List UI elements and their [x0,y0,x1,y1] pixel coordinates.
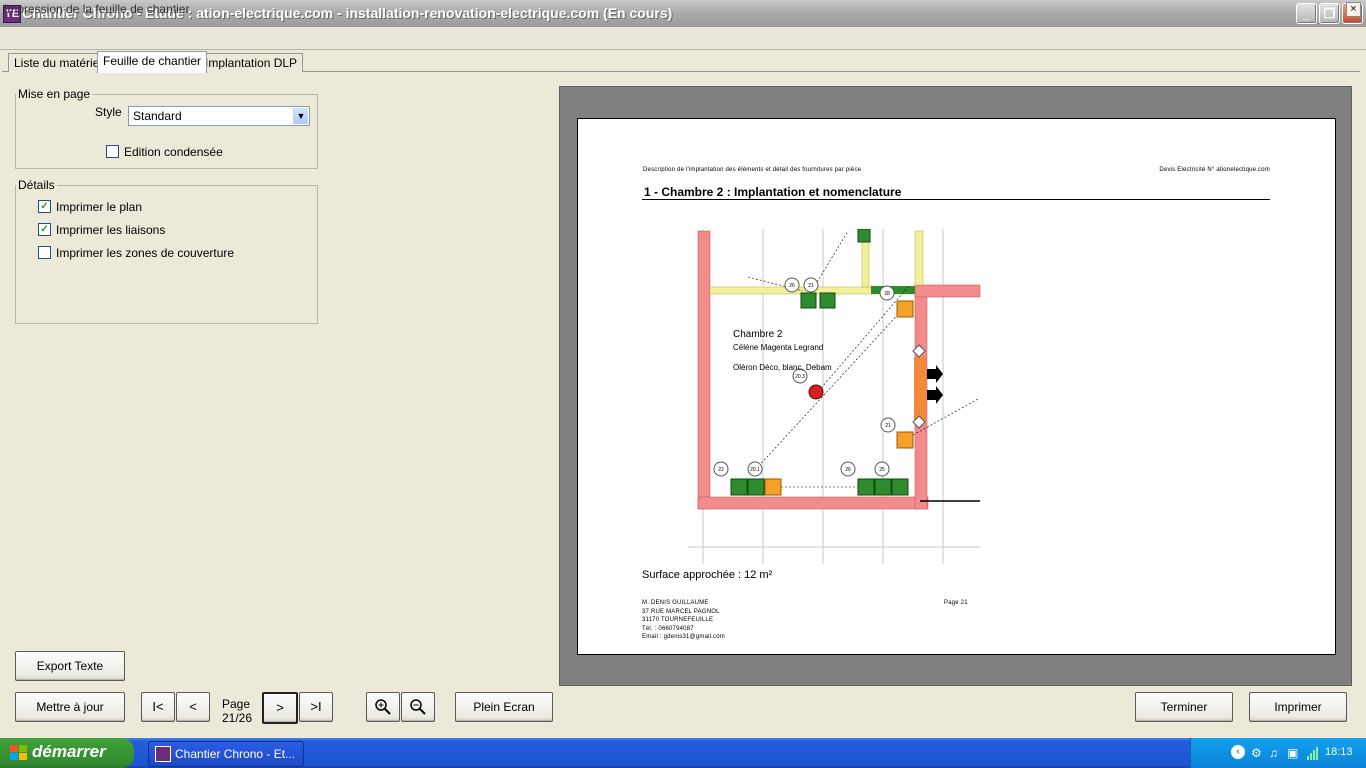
finish-button[interactable]: Terminer [1135,692,1233,722]
zoom-out-button[interactable] [401,692,435,722]
dialog-title: Impression de la feuille de chantier [4,2,190,16]
update-button[interactable]: Mettre à jour [15,692,125,722]
surface-text: Surface approchée : 12 m² [642,569,773,581]
tray-signal-icon[interactable] [1307,746,1321,760]
print-button[interactable]: Imprimer [1249,692,1347,722]
room-name: Chambre 2 [733,329,783,340]
dialog-header [0,31,1366,50]
style-label: Style [95,105,122,119]
fullscreen-button[interactable]: Plein Ecran [455,692,553,722]
system-tray: ‹ ⚙ ♫ ▣ 18:13 [1190,738,1366,768]
app-task-icon [155,746,171,762]
print-coverage-checkbox[interactable] [38,246,51,259]
chevron-down-icon[interactable]: ▼ [293,108,308,124]
address-line-2: 37 RUE MARCEL PAGNOL [642,608,720,615]
tab-site-sheet[interactable]: Feuille de chantier [97,51,208,73]
marker-3: 28 [884,291,890,297]
zoom-in-icon [375,699,391,715]
marker-6: 20.1 [750,467,760,473]
marker-4: 21 [885,423,891,429]
page-indicator: 21/26 [222,711,253,725]
clock[interactable]: 18:13 [1325,746,1353,758]
preview-page: Description de l'implantation des élémen… [577,118,1336,655]
next-page-button[interactable]: > [262,692,298,724]
zoom-out-icon [410,699,426,715]
preview-header-left: Description de l'implantation des élémen… [643,167,862,173]
minimize-button[interactable]: _ [1296,3,1317,24]
start-button[interactable]: démarrer [0,738,134,768]
export-text-button[interactable]: Export Texte [15,651,125,681]
tray-expand-icon[interactable]: ‹ [1231,745,1245,759]
floor-plan: 26 21 28 21 22 20.1 26 25 20.3 [688,229,981,564]
tab-material-list[interactable]: Liste du matériel [8,53,109,72]
layout-group-legend: Mise en page [18,87,91,101]
print-plan-label: Imprimer le plan [56,200,143,214]
preview-section-title: 1 - Chambre 2 : Implantation et nomencla… [644,185,902,199]
preview-header-right: Devis Electricité N° ationelectique.com [1159,167,1270,173]
marker-8: 25 [879,467,885,473]
address-line-4: Tél. : 0660794087 [642,625,694,632]
address-line-3: 31170 TOURNEFEUILLE [642,617,714,623]
marker-9: 20.3 [795,374,805,380]
room-line-2: Oléron Déco, blanc, Debam [733,363,832,372]
print-coverage-label: Imprimer les zones de couverture [56,246,235,260]
windows-logo-icon [10,745,27,760]
dialog-close-button[interactable]: × [1346,2,1361,17]
restore-button[interactable]: ❐ [1319,3,1340,24]
tray-display-icon[interactable]: ▣ [1287,746,1298,760]
room-line-1: Céléne Magenta Legrand [733,343,824,352]
marker-2: 21 [808,283,814,289]
tray-volume-icon[interactable]: ♫ [1269,746,1278,760]
prev-page-button[interactable]: < [176,692,210,722]
address-line-5: Email : gdenis31@gmail.com [642,634,725,640]
details-group-legend: Détails [18,178,55,192]
last-page-button[interactable]: >I [299,692,333,722]
page-footer: Page 21 [944,600,968,606]
print-links-label: Imprimer les liaisons [56,223,166,237]
condensed-label: Edition condensée [124,145,223,159]
style-select[interactable]: Standard ▼ [128,106,310,126]
title-divider [642,199,1270,200]
address-line-1: M. DENIS GUILLAUME [642,600,709,606]
page-label: Page [222,697,251,711]
style-select-value: Standard [133,109,182,123]
marker-7: 26 [845,467,851,473]
marker-5: 22 [718,467,724,473]
address-block: M. DENIS GUILLAUME 37 RUE MARCEL PAGNOL … [642,599,725,642]
taskbar-item-label: Chantier Chrono - Et... [175,747,296,761]
tray-network-icon[interactable]: ⚙ [1251,746,1262,760]
first-page-button[interactable]: I< [141,692,175,722]
taskbar-item-chantier[interactable]: Chantier Chrono - Et... [148,741,304,767]
start-label: démarrer [32,742,106,761]
print-links-checkbox[interactable]: ✓ [38,223,51,236]
print-plan-checkbox[interactable]: ✓ [38,200,51,213]
marker-1: 26 [789,283,795,289]
zoom-in-button[interactable] [366,692,400,722]
tab-dlp-layout[interactable]: Implantation DLP [199,53,304,72]
condensed-checkbox[interactable] [106,145,119,158]
